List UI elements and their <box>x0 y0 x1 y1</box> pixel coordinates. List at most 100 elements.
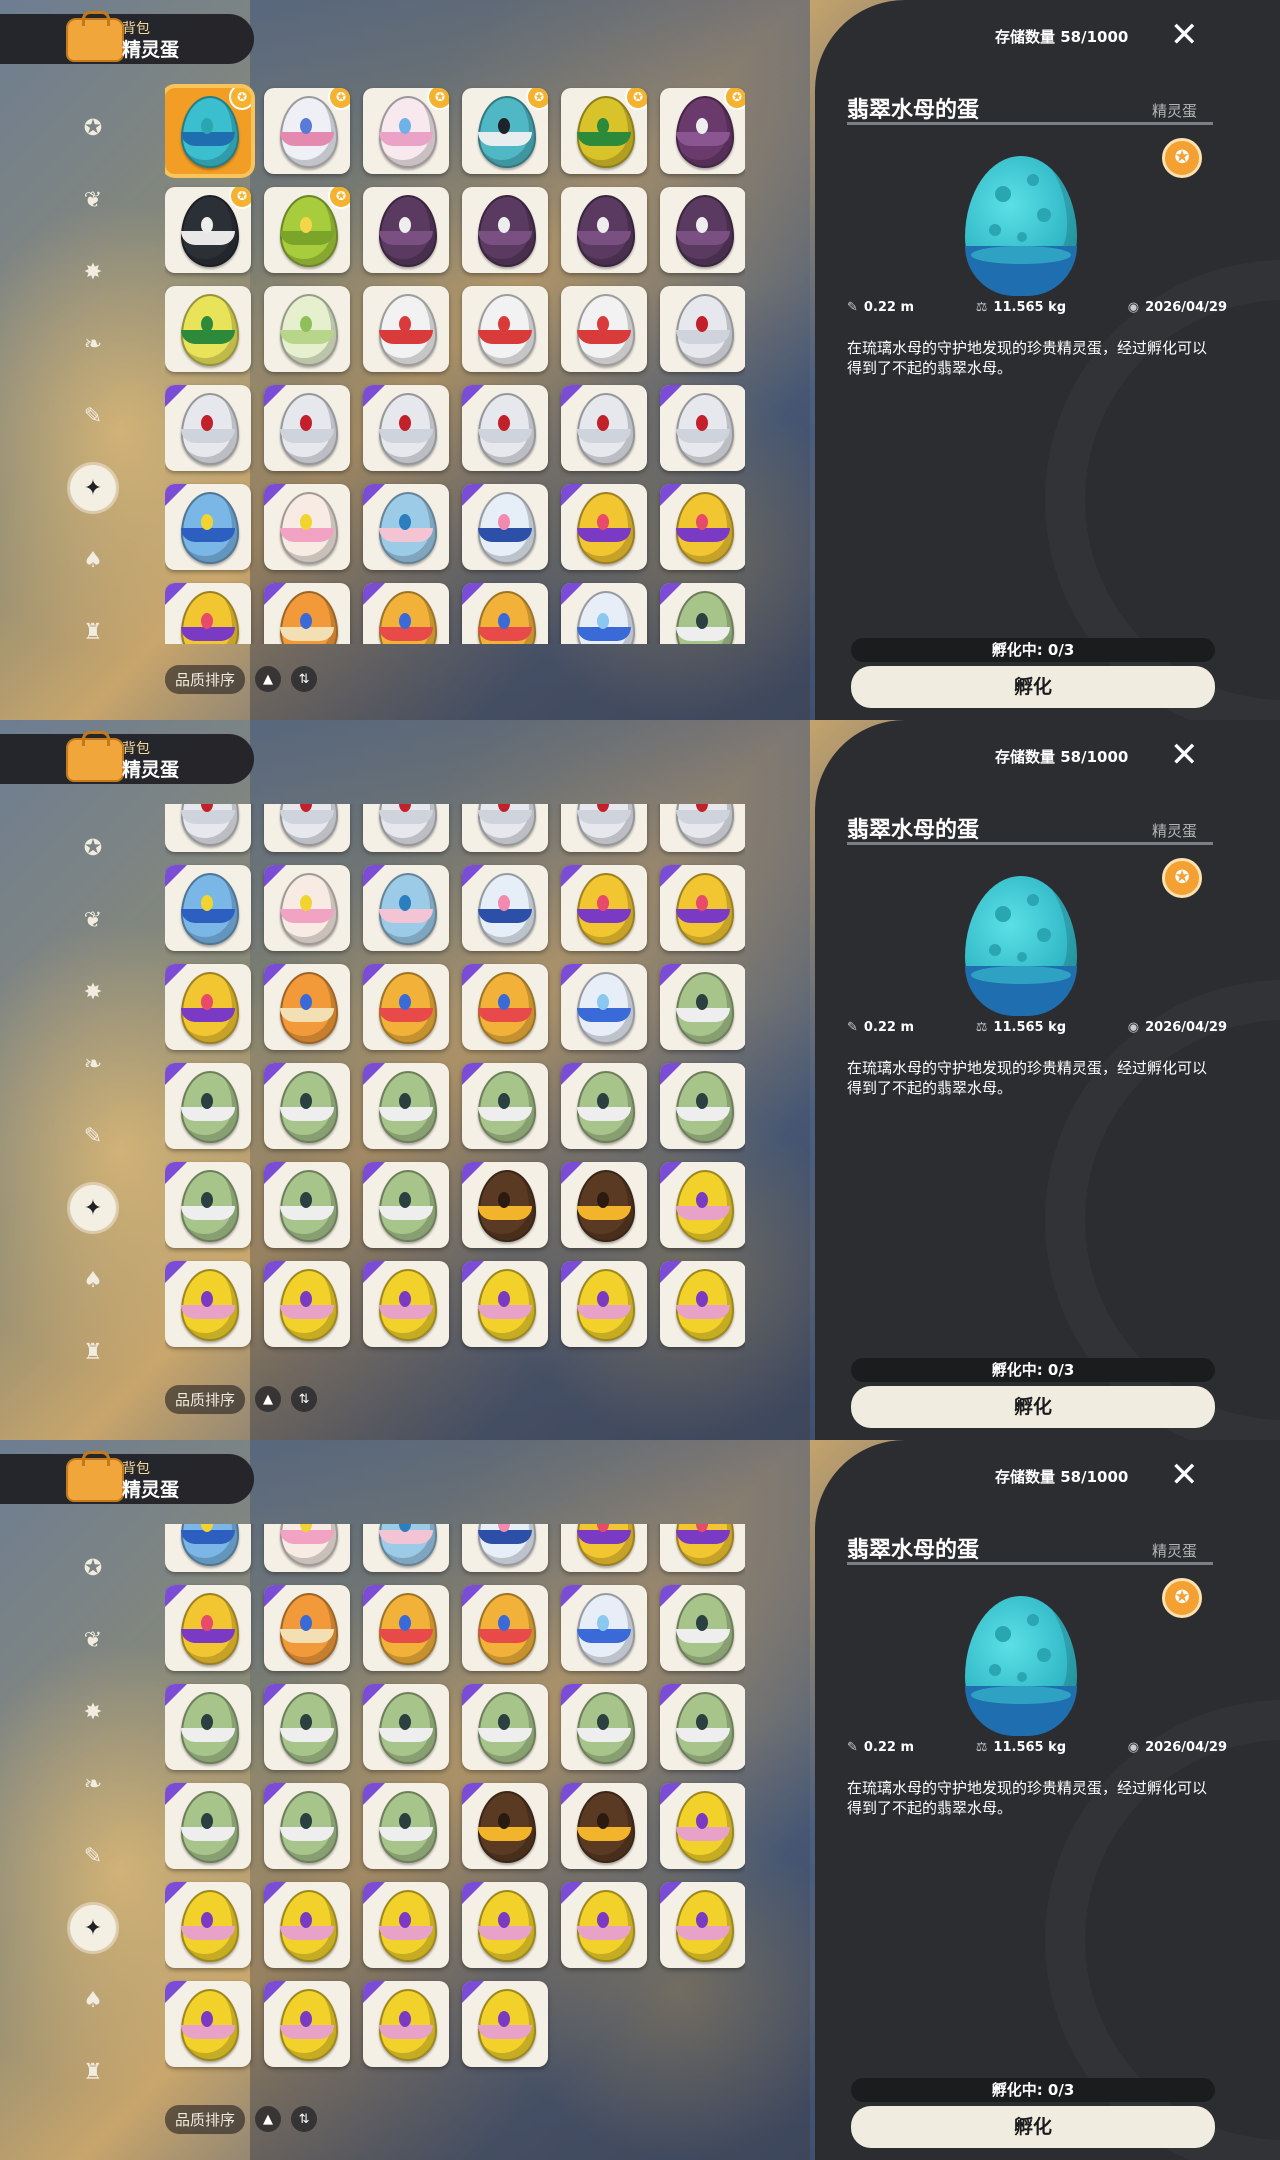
plant-icon[interactable]: ❧ <box>70 321 116 367</box>
egg-slot[interactable] <box>660 484 745 570</box>
egg-slot[interactable] <box>462 865 548 951</box>
egg-slot[interactable] <box>660 865 745 951</box>
sort-direction-icon[interactable]: ▲ <box>255 1386 282 1412</box>
egg-slot[interactable]: ✪ <box>165 88 251 174</box>
egg-slot[interactable] <box>264 1585 350 1671</box>
egg-slot[interactable] <box>462 1981 548 2067</box>
egg-slot[interactable] <box>660 1162 745 1248</box>
egg-slot[interactable] <box>561 1684 647 1770</box>
egg-slot[interactable] <box>165 1585 251 1671</box>
plant-icon[interactable]: ❧ <box>70 1041 116 1087</box>
egg-slot[interactable] <box>561 865 647 951</box>
acorn-icon[interactable]: ♠ <box>70 1977 116 2023</box>
egg-slot[interactable] <box>363 1524 449 1572</box>
egg-slot[interactable] <box>363 286 449 372</box>
egg-slot[interactable] <box>561 1882 647 1968</box>
egg-slot[interactable] <box>561 583 647 644</box>
egg-slot[interactable] <box>462 484 548 570</box>
egg-slot[interactable] <box>363 583 449 644</box>
egg-slot[interactable] <box>264 1261 350 1347</box>
egg-slot[interactable] <box>462 187 548 273</box>
egg-slot[interactable] <box>363 1981 449 2067</box>
furniture-icon[interactable]: ♜ <box>70 2049 116 2095</box>
egg-slot[interactable] <box>363 1585 449 1671</box>
egg-tab-icon[interactable]: ✦ <box>70 1905 116 1951</box>
egg-slot[interactable] <box>363 187 449 273</box>
egg-slot[interactable] <box>363 964 449 1050</box>
egg-slot[interactable] <box>660 286 745 372</box>
egg-slot[interactable] <box>363 1063 449 1149</box>
egg-slot[interactable] <box>660 1524 745 1572</box>
close-icon[interactable]: ✕ <box>1170 1458 1199 1492</box>
close-icon[interactable]: ✕ <box>1170 18 1199 52</box>
egg-slot[interactable] <box>363 1783 449 1869</box>
star-badge-icon[interactable]: ✪ <box>70 1545 116 1591</box>
egg-slot[interactable] <box>660 1882 745 1968</box>
egg-slot[interactable] <box>561 286 647 372</box>
quality-sort-button[interactable]: 品质排序 <box>165 664 246 694</box>
egg-slot[interactable] <box>264 964 350 1050</box>
hatch-button[interactable]: 孵化 <box>851 666 1215 708</box>
egg-slot[interactable] <box>363 1162 449 1248</box>
egg-slot[interactable] <box>264 484 350 570</box>
egg-slot[interactable] <box>462 1524 548 1572</box>
egg-tab-icon[interactable]: ✦ <box>70 465 116 511</box>
egg-slot[interactable] <box>264 583 350 644</box>
egg-tab-icon[interactable]: ✦ <box>70 1185 116 1231</box>
egg-slot[interactable] <box>165 286 251 372</box>
egg-slot[interactable] <box>462 964 548 1050</box>
quality-sort-button[interactable]: 品质排序 <box>165 1384 246 1414</box>
leaf-icon[interactable]: ❦ <box>70 1617 116 1663</box>
egg-slot[interactable] <box>462 1882 548 1968</box>
egg-slot[interactable] <box>561 964 647 1050</box>
egg-slot[interactable] <box>264 286 350 372</box>
egg-slot[interactable] <box>462 583 548 644</box>
egg-slot[interactable] <box>165 1524 251 1572</box>
egg-slot[interactable] <box>363 1882 449 1968</box>
egg-slot[interactable]: ✪ <box>462 88 548 174</box>
quality-sort-button[interactable]: 品质排序 <box>165 2104 246 2134</box>
sort-toggle-icon[interactable]: ⇅ <box>291 666 318 692</box>
egg-slot[interactable] <box>462 1684 548 1770</box>
egg-slot[interactable]: ✪ <box>561 88 647 174</box>
sparkle-icon[interactable]: ✸ <box>70 249 116 295</box>
egg-slot[interactable] <box>264 1882 350 1968</box>
egg-slot[interactable] <box>264 804 350 852</box>
hatch-button[interactable]: 孵化 <box>851 1386 1215 1428</box>
egg-slot[interactable] <box>165 1684 251 1770</box>
egg-slot[interactable] <box>264 1524 350 1572</box>
egg-slot[interactable] <box>165 484 251 570</box>
egg-slot[interactable] <box>363 484 449 570</box>
egg-slot[interactable] <box>561 1585 647 1671</box>
close-icon[interactable]: ✕ <box>1170 738 1199 772</box>
egg-slot[interactable] <box>561 187 647 273</box>
egg-slot[interactable]: ✪ <box>264 88 350 174</box>
egg-slot[interactable]: ✪ <box>660 88 745 174</box>
egg-slot[interactable] <box>264 1162 350 1248</box>
egg-slot[interactable] <box>462 1585 548 1671</box>
egg-slot[interactable] <box>165 385 251 471</box>
egg-slot[interactable] <box>462 385 548 471</box>
egg-slot[interactable] <box>660 385 745 471</box>
furniture-icon[interactable]: ♜ <box>70 1329 116 1375</box>
egg-slot[interactable] <box>561 1524 647 1572</box>
egg-slot[interactable] <box>165 1981 251 2067</box>
egg-slot[interactable] <box>462 804 548 852</box>
egg-slot[interactable] <box>165 1162 251 1248</box>
egg-slot[interactable] <box>165 964 251 1050</box>
egg-slot[interactable] <box>561 1261 647 1347</box>
egg-slot[interactable] <box>660 1585 745 1671</box>
egg-slot[interactable] <box>561 1162 647 1248</box>
hatch-button[interactable]: 孵化 <box>851 2106 1215 2148</box>
egg-slot[interactable]: ✪ <box>165 187 251 273</box>
sort-toggle-icon[interactable]: ⇅ <box>291 2106 318 2132</box>
sparkle-icon[interactable]: ✸ <box>70 969 116 1015</box>
egg-slot[interactable] <box>660 187 745 273</box>
acorn-icon[interactable]: ♠ <box>70 537 116 583</box>
sort-direction-icon[interactable]: ▲ <box>255 2106 282 2132</box>
egg-slot[interactable] <box>165 865 251 951</box>
egg-slot[interactable] <box>165 804 251 852</box>
egg-slot[interactable] <box>363 865 449 951</box>
egg-slot[interactable] <box>165 583 251 644</box>
egg-slot[interactable] <box>561 1783 647 1869</box>
